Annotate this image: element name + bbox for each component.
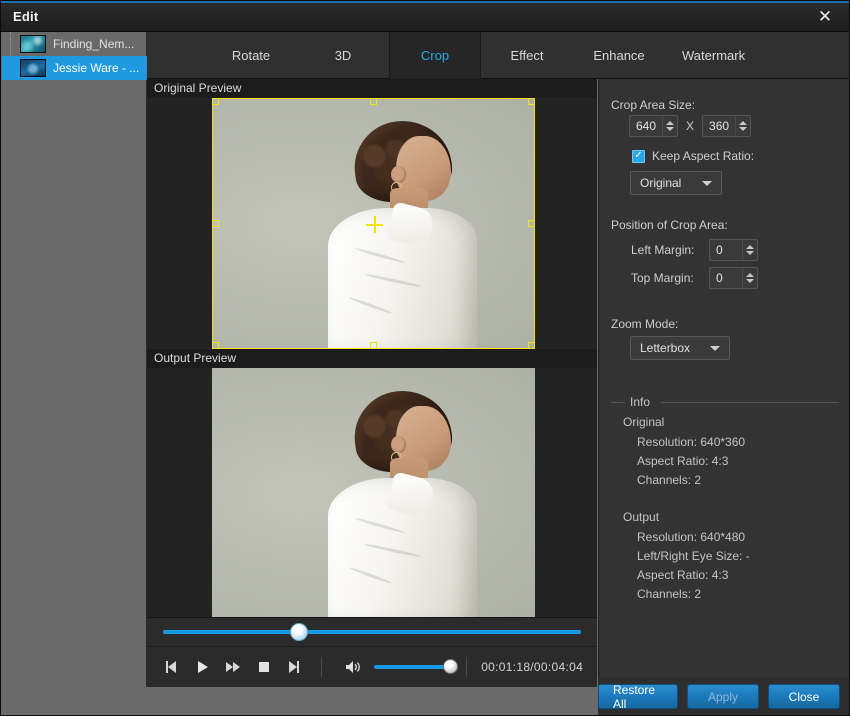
- info-rule-right: [661, 402, 839, 403]
- size-separator: X: [686, 119, 695, 133]
- zoom-mode-value: Letterbox: [640, 341, 691, 355]
- output-video-frame: [212, 368, 535, 619]
- chevron-down-icon: [710, 346, 720, 351]
- info-output-aspect-ratio: Aspect Ratio: 4:3: [637, 568, 729, 582]
- tab-effect[interactable]: Effect: [481, 32, 573, 79]
- edit-window: Edit ✕ Finding_Nem... Jessie Ware - ... …: [0, 0, 850, 716]
- restore-all-button[interactable]: Restore All: [598, 683, 678, 711]
- crop-height-input[interactable]: [703, 116, 736, 136]
- output-preview-label: Output Preview: [147, 349, 597, 368]
- fast-forward-icon[interactable]: [221, 654, 246, 680]
- crop-height-stepper[interactable]: [702, 115, 752, 137]
- keep-aspect-ratio-label: Keep Aspect Ratio:: [652, 149, 755, 163]
- close-button[interactable]: Close: [768, 684, 840, 709]
- controls-divider: [466, 656, 468, 677]
- info-output-resolution: Resolution: 640*480: [637, 530, 746, 544]
- info-original-aspect-ratio: Aspect Ratio: 4:3: [637, 454, 729, 468]
- skip-next-icon[interactable]: [282, 654, 307, 680]
- title-bar: Edit ✕: [1, 1, 849, 32]
- info-original-resolution: Resolution: 640*360: [637, 435, 746, 449]
- tab-crop[interactable]: Crop: [389, 32, 481, 79]
- player-bar: 00:01:18/00:04:04: [147, 617, 597, 687]
- crop-handle-middle-right[interactable]: [528, 219, 535, 227]
- play-icon[interactable]: [190, 654, 215, 680]
- window-title: Edit: [13, 9, 39, 24]
- tab-enhance[interactable]: Enhance: [573, 32, 665, 79]
- crop-width-input[interactable]: [630, 116, 662, 136]
- seek-slider-thumb[interactable]: [290, 623, 308, 641]
- file-list-sidebar: Finding_Nem... Jessie Ware - ...: [2, 32, 147, 687]
- file-thumbnail: [20, 35, 46, 53]
- title-accent-stripe: [1, 1, 849, 3]
- crop-handle-bottom-center[interactable]: [369, 342, 377, 349]
- apply-button[interactable]: Apply: [687, 684, 759, 709]
- info-original-title: Original: [623, 415, 665, 429]
- list-item[interactable]: Jessie Ware - ...: [2, 56, 147, 80]
- left-margin-label: Left Margin:: [631, 243, 695, 257]
- crop-settings-panel: Crop Area Size: X ✓ Keep Aspect Ratio: O…: [598, 79, 849, 687]
- original-preview-stage: [147, 98, 597, 349]
- info-group-title: Info: [625, 395, 656, 409]
- seek-slider[interactable]: [163, 630, 581, 634]
- info-output-channels: Channels: 2: [637, 587, 702, 601]
- transport-controls: 00:01:18/00:04:04: [147, 646, 597, 686]
- volume-slider-thumb[interactable]: [443, 658, 459, 674]
- subject-ear: [391, 435, 406, 454]
- position-of-crop-area-label: Position of Crop Area:: [611, 218, 728, 232]
- zoom-mode-dropdown[interactable]: Letterbox: [630, 336, 730, 360]
- top-margin-input[interactable]: [710, 268, 742, 288]
- tab-3d[interactable]: 3D: [297, 32, 389, 79]
- keep-aspect-ratio-checkbox[interactable]: ✓: [632, 149, 645, 163]
- info-output-title: Output: [623, 510, 660, 524]
- crop-handle-bottom-left[interactable]: [212, 342, 219, 349]
- top-margin-label: Top Margin:: [631, 271, 694, 285]
- skip-previous-icon[interactable]: [159, 654, 184, 680]
- stop-icon[interactable]: [251, 654, 276, 680]
- crop-height-arrows[interactable]: [735, 116, 750, 136]
- tab-rotate[interactable]: Rotate: [205, 32, 297, 79]
- time-display: 00:01:18/00:04:04: [481, 659, 584, 674]
- left-margin-arrows[interactable]: [742, 240, 757, 260]
- file-thumbnail: [20, 59, 46, 77]
- zoom-mode-label: Zoom Mode:: [611, 317, 679, 331]
- left-margin-input[interactable]: [710, 240, 742, 260]
- list-item-label: Finding_Nem...: [53, 37, 135, 51]
- close-icon[interactable]: ✕: [805, 5, 845, 29]
- preview-column: Original Preview Output Preview: [147, 79, 597, 687]
- seek-row: [147, 618, 597, 646]
- controls-divider: [320, 656, 322, 677]
- info-original-channels: Channels: 2: [637, 473, 702, 487]
- output-preview-stage: [147, 368, 597, 619]
- volume-slider[interactable]: [374, 658, 459, 674]
- crop-handle-bottom-right[interactable]: [528, 342, 535, 349]
- original-preview-label: Original Preview: [147, 79, 597, 98]
- left-margin-stepper[interactable]: [709, 239, 758, 261]
- crop-width-arrows[interactable]: [662, 116, 677, 136]
- crop-area-size-label: Crop Area Size:: [611, 98, 696, 112]
- tab-bar: Rotate 3D Crop Effect Enhance Watermark: [147, 32, 849, 79]
- top-margin-arrows[interactable]: [742, 268, 757, 288]
- crop-handle-top-left[interactable]: [212, 98, 219, 105]
- list-item-label: Jessie Ware - ...: [53, 61, 140, 75]
- info-rule-left: [611, 402, 625, 403]
- chevron-down-icon: [702, 181, 712, 186]
- crop-width-stepper[interactable]: [629, 115, 678, 137]
- speaker-icon[interactable]: [342, 654, 367, 680]
- dialog-footer: Restore All Apply Close: [598, 677, 849, 715]
- crop-selection-box[interactable]: [212, 98, 535, 349]
- list-item[interactable]: Finding_Nem...: [2, 32, 147, 56]
- info-output-eye-size: Left/Right Eye Size: -: [637, 549, 750, 563]
- tab-watermark[interactable]: Watermark: [665, 32, 762, 79]
- tree-line: [10, 32, 11, 56]
- top-margin-stepper[interactable]: [709, 267, 758, 289]
- crop-handle-top-right[interactable]: [528, 98, 535, 105]
- crop-center-crosshair-icon: [365, 215, 383, 233]
- aspect-ratio-dropdown[interactable]: Original: [630, 171, 722, 195]
- crop-handle-middle-left[interactable]: [212, 219, 219, 227]
- aspect-ratio-value: Original: [640, 176, 682, 190]
- crop-handle-top-center[interactable]: [369, 98, 377, 105]
